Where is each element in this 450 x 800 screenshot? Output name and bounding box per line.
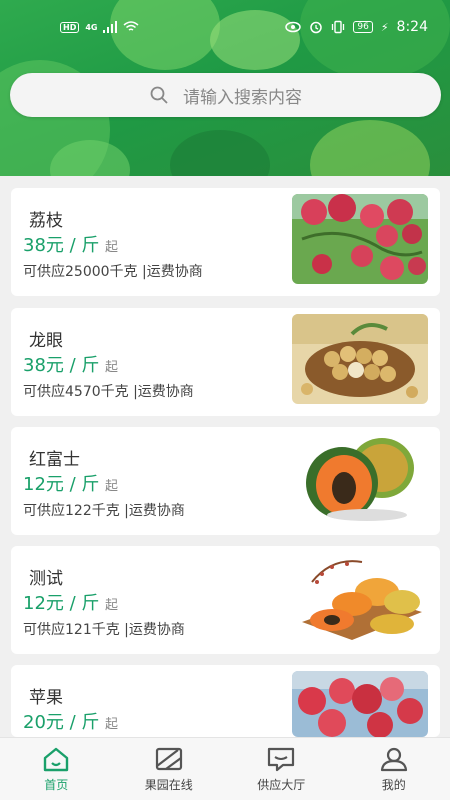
search-icon bbox=[150, 86, 168, 104]
tab-label: 供应大厅 bbox=[257, 777, 306, 792]
hd-badge: HD bbox=[60, 21, 80, 33]
network-type: 4G bbox=[85, 22, 98, 32]
vibrate-icon bbox=[332, 20, 345, 34]
product-price: 20元 / 斤 bbox=[23, 712, 100, 733]
search-placeholder: 请输入搜索内容 bbox=[183, 87, 302, 108]
bottom-tab-bar: 首页 果园在线 供应大厅 我的 bbox=[0, 737, 450, 800]
product-card[interactable]: 苹果 20元 / 斤 起 bbox=[11, 665, 440, 737]
longan-image bbox=[292, 314, 428, 404]
product-name: 测试 bbox=[29, 569, 63, 589]
product-name: 荔枝 bbox=[29, 211, 63, 231]
tab-label: 我的 bbox=[381, 777, 406, 792]
orchard-icon bbox=[155, 747, 182, 770]
search-bar[interactable]: 请输入搜索内容 bbox=[10, 73, 441, 117]
price-from-label: 起 bbox=[105, 240, 119, 255]
price-from-label: 起 bbox=[105, 479, 119, 494]
tab-home[interactable]: 首页 bbox=[0, 738, 113, 800]
product-supply: 可供应4570千克 |运费协商 bbox=[23, 384, 194, 400]
message-icon bbox=[268, 747, 295, 771]
product-name: 龙眼 bbox=[29, 331, 63, 351]
product-name: 苹果 bbox=[29, 688, 63, 708]
product-price: 38元 / 斤 bbox=[23, 235, 100, 256]
eye-icon bbox=[285, 21, 302, 33]
product-card[interactable]: 红富士 12元 / 斤 起 可供应122千克 |运费协商 bbox=[11, 427, 440, 535]
tab-orchard[interactable]: 果园在线 bbox=[113, 738, 226, 800]
tab-supply-hall[interactable]: 供应大厅 bbox=[225, 738, 338, 800]
papaya-image bbox=[292, 433, 428, 523]
alarm-icon bbox=[310, 21, 323, 34]
battery-level: 96 bbox=[353, 21, 373, 33]
price-from-label: 起 bbox=[105, 598, 119, 613]
lychee-image bbox=[292, 194, 428, 284]
product-card[interactable]: 荔枝 38元 / 斤 起 可供应25000千克 |运费协商 bbox=[11, 188, 440, 296]
price-from-label: 起 bbox=[105, 360, 119, 375]
product-card[interactable]: 龙眼 38元 / 斤 起 可供应4570千克 |运费协商 bbox=[11, 308, 440, 416]
tab-label: 首页 bbox=[44, 777, 69, 792]
product-name: 红富士 bbox=[29, 450, 80, 470]
user-icon bbox=[380, 747, 407, 771]
product-supply: 可供应121千克 |运费协商 bbox=[23, 622, 185, 638]
tab-label: 果园在线 bbox=[144, 777, 193, 792]
wifi-icon bbox=[123, 21, 139, 31]
product-card[interactable]: 测试 12元 / 斤 起 可供应121千克 |运费协商 bbox=[11, 546, 440, 654]
papaya-basket-image bbox=[292, 552, 428, 642]
apple-image bbox=[292, 671, 428, 737]
home-icon bbox=[44, 747, 69, 771]
product-price: 12元 / 斤 bbox=[23, 474, 100, 495]
product-supply: 可供应122千克 |运费协商 bbox=[23, 503, 185, 519]
product-price: 38元 / 斤 bbox=[23, 355, 100, 376]
charging-icon: ⚡ bbox=[380, 20, 389, 34]
status-bar: HD 4G 96 ⚡ 8:24 bbox=[0, 0, 450, 54]
price-from-label: 起 bbox=[105, 717, 119, 732]
product-supply: 可供应25000千克 |运费协商 bbox=[23, 264, 203, 280]
signal-icon bbox=[103, 21, 118, 33]
product-price: 12元 / 斤 bbox=[23, 593, 100, 614]
clock: 8:24 bbox=[396, 19, 428, 35]
tab-mine[interactable]: 我的 bbox=[338, 738, 450, 800]
